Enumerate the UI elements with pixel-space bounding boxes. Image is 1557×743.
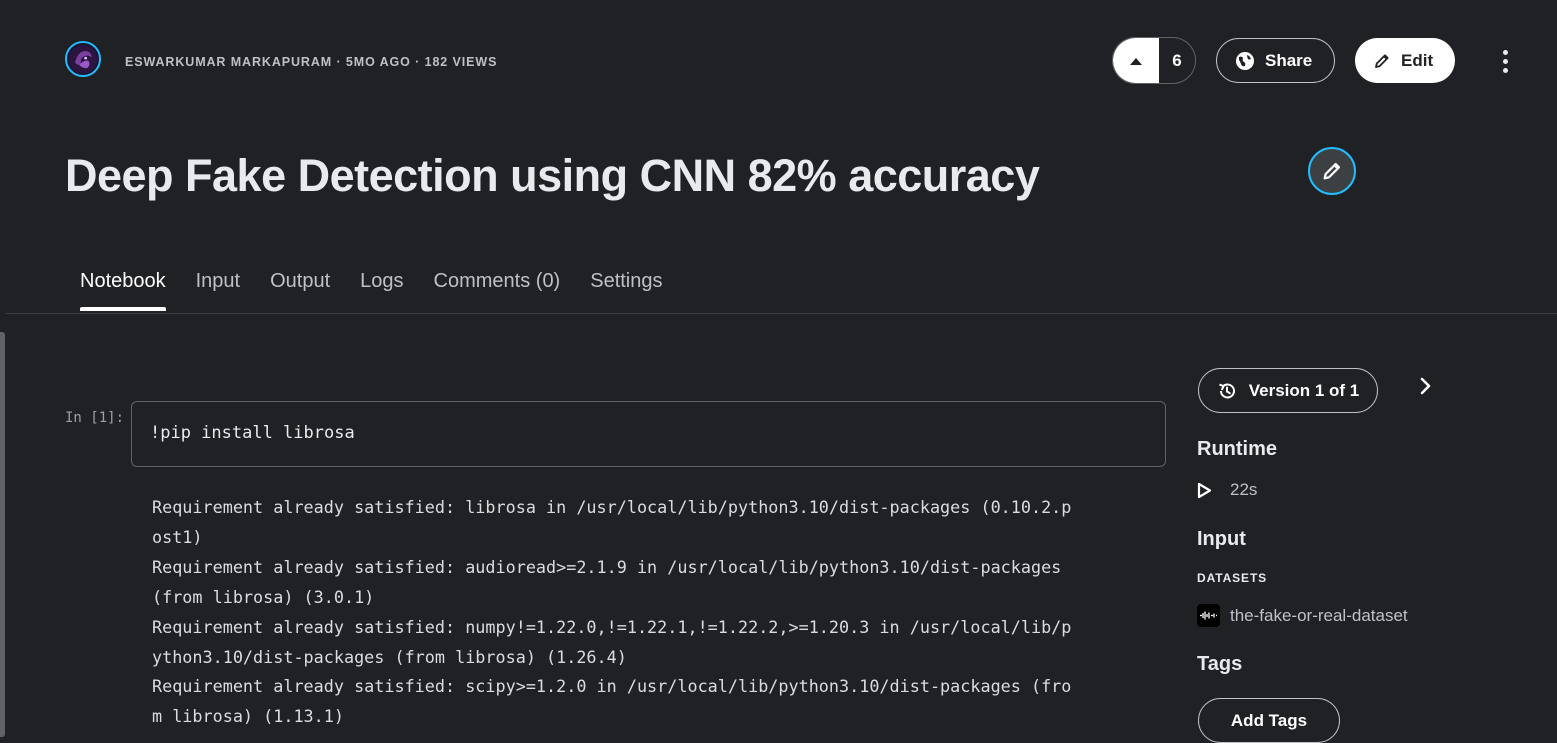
output-line: ost1) xyxy=(152,526,203,547)
add-tags-button[interactable]: Add Tags xyxy=(1198,698,1340,743)
datasets-label: DATASETS xyxy=(1197,571,1268,585)
share-button[interactable]: Share xyxy=(1216,38,1335,83)
upvote-control: 6 xyxy=(1112,37,1196,84)
history-icon xyxy=(1218,383,1235,398)
runtime-heading: Runtime xyxy=(1197,438,1277,460)
dataset-item[interactable]: the-fake-or-real-dataset xyxy=(1197,604,1408,627)
play-icon xyxy=(1197,482,1212,498)
dataset-name: the-fake-or-real-dataset xyxy=(1230,605,1408,625)
runtime-row: 22s xyxy=(1197,480,1257,500)
view-count: 182 VIEWS xyxy=(424,55,498,69)
code-cell[interactable]: !pip install librosa xyxy=(131,401,1166,467)
chevron-right-icon[interactable] xyxy=(1415,376,1435,396)
globe-icon xyxy=(1236,51,1254,70)
output-line: Requirement already satisfied: librosa i… xyxy=(152,497,1072,517)
output-line: ython3.10/dist-packages (from librosa) (… xyxy=(152,646,627,667)
input-heading: Input xyxy=(1197,528,1246,550)
author-name[interactable]: ESWARKUMAR MARKAPURAM xyxy=(125,55,332,69)
edit-label: Edit xyxy=(1401,50,1434,70)
tags-heading: Tags xyxy=(1197,653,1243,675)
tab-input[interactable]: Input xyxy=(196,270,240,311)
output-line: m librosa) (1.13.1) xyxy=(152,706,344,727)
runtime-value: 22s xyxy=(1230,480,1258,499)
edit-button[interactable]: Edit xyxy=(1355,38,1455,83)
version-button[interactable]: Version 1 of 1 xyxy=(1198,368,1378,413)
upvote-arrow-icon xyxy=(1130,57,1142,65)
code-text: !pip install librosa xyxy=(150,423,355,443)
dataset-waveform-icon xyxy=(1197,604,1220,627)
output-line: Requirement already satisfied: audioread… xyxy=(152,556,1062,577)
page-title: Deep Fake Detection using CNN 82% accura… xyxy=(65,150,1040,201)
tab-logs[interactable]: Logs xyxy=(360,270,403,311)
post-age: 5MO AGO xyxy=(345,55,411,69)
edit-title-button[interactable] xyxy=(1308,147,1356,195)
cell-prompt: In [1]: xyxy=(65,410,125,426)
tab-comments[interactable]: Comments (0) xyxy=(434,270,561,311)
author-meta: ESWARKUMAR MARKAPURAM · 5MO AGO · 182 VI… xyxy=(125,55,497,69)
output-line: Requirement already satisfied: numpy!=1.… xyxy=(152,616,1072,637)
tab-notebook[interactable]: Notebook xyxy=(80,270,166,311)
meta-separator: · xyxy=(410,55,425,69)
tab-bar: Notebook Input Output Logs Comments (0) … xyxy=(80,270,663,311)
upvote-button[interactable] xyxy=(1113,38,1159,83)
meta-separator: · xyxy=(332,55,346,69)
avatar[interactable] xyxy=(65,41,101,77)
upvote-count: 6 xyxy=(1172,50,1182,70)
avatar-image xyxy=(68,44,98,74)
tab-output[interactable]: Output xyxy=(270,270,330,311)
pencil-icon xyxy=(1375,53,1389,68)
scrollbar[interactable] xyxy=(0,332,5,737)
output-line: (from librosa) (3.0.1) xyxy=(152,586,375,607)
cell-output: Requirement already satisfied: librosa i… xyxy=(152,493,1112,732)
add-tags-label: Add Tags xyxy=(1230,710,1308,730)
output-line: Requirement already satisfied: scipy>=1.… xyxy=(152,676,1072,697)
pencil-icon xyxy=(1323,162,1341,180)
more-vert-icon[interactable] xyxy=(1494,46,1516,76)
share-label: Share xyxy=(1265,50,1313,70)
version-label: Version 1 of 1 xyxy=(1248,380,1360,400)
tab-settings[interactable]: Settings xyxy=(590,270,662,311)
tabs-divider xyxy=(6,313,1557,314)
